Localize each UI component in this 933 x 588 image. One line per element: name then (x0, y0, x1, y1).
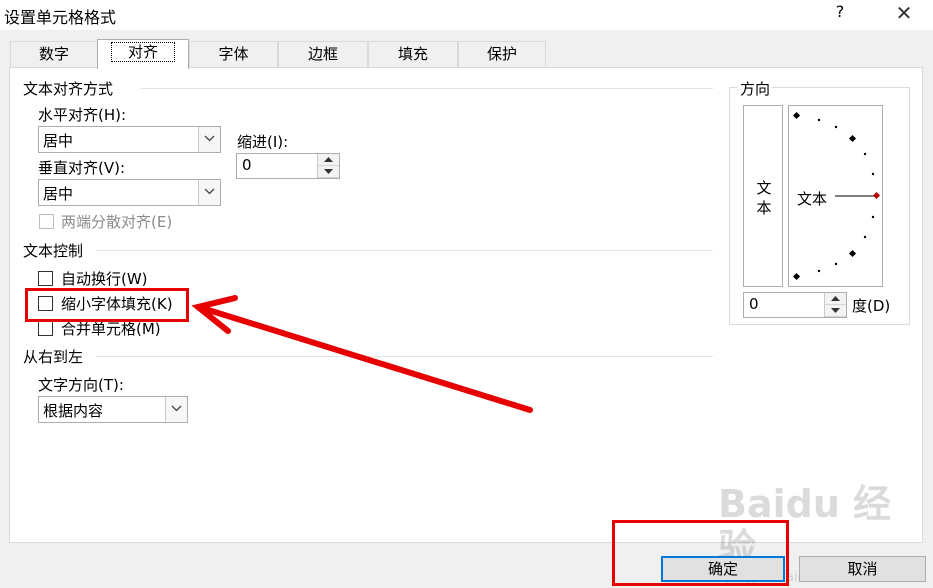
text-direction-label: 文字方向(T): (38, 376, 124, 394)
horizontal-align-select[interactable]: 居中 (38, 126, 221, 153)
justify-distributed-checkbox[interactable] (39, 214, 54, 229)
cancel-button[interactable]: 取消 (799, 556, 926, 582)
rtl-section-title: 从右到左 (23, 348, 84, 366)
tab-alignment[interactable]: 对齐 (97, 39, 189, 69)
divider (140, 88, 713, 89)
tab-label: 数字 (38, 45, 69, 63)
horizontal-align-value: 居中 (43, 132, 74, 150)
indent-stepper[interactable]: 0 (236, 153, 340, 179)
tab-font[interactable]: 字体 (189, 41, 278, 67)
chevron-down-icon[interactable] (198, 127, 220, 152)
annotation-highlight-box (25, 288, 189, 322)
alignment-section-title: 文本对齐方式 (23, 80, 114, 98)
tab-protection[interactable]: 保护 (458, 41, 546, 67)
window-title: 设置单元格格式 (4, 8, 117, 27)
indent-label: 缩进(I): (237, 133, 289, 151)
annotation-arrow (191, 295, 533, 413)
text-control-section-title: 文本控制 (23, 242, 84, 260)
indent-value: 0 (242, 156, 252, 174)
vertical-text-label: 文本 (756, 179, 772, 217)
orientation-section-title: 方向 (738, 78, 773, 99)
text-direction-value: 根据内容 (43, 402, 104, 420)
tab-label: 保护 (486, 45, 517, 63)
horizontal-align-label: 水平对齐(H): (38, 106, 127, 124)
tab-fill[interactable]: 填充 (368, 41, 458, 67)
degree-stepper[interactable]: 0 (743, 292, 847, 318)
degree-value: 0 (749, 295, 759, 313)
close-icon[interactable]: ✕ (894, 1, 914, 25)
justify-distributed-label: 两端分散对齐(E) (61, 213, 173, 231)
help-button[interactable]: ? (833, 2, 847, 21)
title-bar (0, 0, 933, 30)
chevron-down-icon[interactable] (198, 180, 220, 205)
spin-down-icon[interactable] (318, 166, 339, 178)
dial-text-label: 文本 (797, 188, 828, 209)
text-direction-select[interactable]: 根据内容 (38, 396, 188, 423)
tab-number[interactable]: 数字 (10, 41, 98, 67)
tab-label: 边框 (307, 45, 338, 63)
vertical-align-select[interactable]: 居中 (38, 179, 221, 206)
wrap-text-label: 自动换行(W) (61, 270, 148, 288)
spin-up-icon[interactable] (825, 293, 846, 305)
spin-down-icon[interactable] (825, 305, 846, 317)
tab-label: 对齐 (110, 42, 176, 62)
vertical-align-label: 垂直对齐(V): (38, 159, 126, 177)
divider (96, 250, 713, 251)
spin-up-icon[interactable] (318, 154, 339, 166)
tab-label: 字体 (218, 45, 249, 63)
degree-label: 度(D) (852, 297, 891, 315)
tab-label: 填充 (397, 45, 428, 63)
merge-cells-checkbox[interactable] (38, 321, 53, 336)
vertical-align-value: 居中 (43, 185, 74, 203)
annotation-highlight-box (612, 520, 789, 586)
wrap-text-checkbox[interactable] (38, 271, 53, 286)
tab-border[interactable]: 边框 (278, 41, 368, 67)
